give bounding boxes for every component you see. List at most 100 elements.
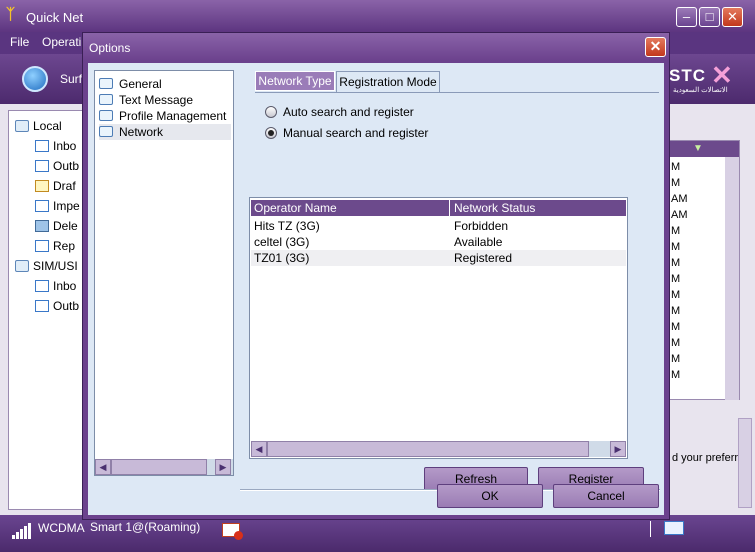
drafts-icon xyxy=(35,180,49,192)
dialog-close-button[interactable]: ✕ xyxy=(645,37,666,57)
auto-search-radio[interactable] xyxy=(265,106,277,118)
auto-search-radio-row[interactable]: Auto search and register xyxy=(265,105,414,119)
operator-table-scrollbar[interactable]: ◀ ▶ xyxy=(251,441,626,457)
ok-button[interactable]: OK xyxy=(437,484,543,508)
tree-item-inbox[interactable]: Inbo xyxy=(35,139,76,153)
message-time-cell[interactable]: M xyxy=(671,321,680,333)
tree-item-label: Dele xyxy=(53,219,78,233)
options-tree-network[interactable]: Network xyxy=(99,124,231,140)
network-settings-panel: Network Type Registration Mode Auto sear… xyxy=(244,70,659,491)
message-time-cell[interactable]: M xyxy=(671,241,680,253)
message-time-cell[interactable]: AM xyxy=(671,193,688,205)
brand-logo: STC الاتصالات السعودية ✕ xyxy=(665,60,745,100)
manual-search-radio[interactable] xyxy=(265,127,277,139)
tree-item-label: Outb xyxy=(53,159,80,173)
options-tree-text-message[interactable]: Text Message xyxy=(99,92,231,108)
auto-search-label: Auto search and register xyxy=(283,105,414,119)
message-time-cell[interactable]: M xyxy=(671,369,680,381)
menu-operation[interactable]: Operati xyxy=(42,35,81,49)
surf-refresh-icon[interactable] xyxy=(22,66,48,92)
manual-search-radio-row[interactable]: Manual search and register xyxy=(265,126,428,140)
options-tree: General Text Message Profile Management … xyxy=(94,70,234,476)
tree-item-label: Local xyxy=(33,119,62,133)
network-status-cell: Registered xyxy=(454,251,513,265)
scroll-thumb[interactable] xyxy=(267,441,589,457)
folder-icon xyxy=(99,110,113,121)
message-time-cell[interactable]: M xyxy=(671,257,680,269)
menu-file[interactable]: File xyxy=(10,35,29,49)
operator-table-header: Operator Name Network Status xyxy=(251,200,626,216)
surf-label: Surf xyxy=(60,72,83,86)
manual-search-label: Manual search and register xyxy=(283,126,429,140)
options-tree-label: Network xyxy=(119,125,164,139)
tree-item-sim[interactable]: SIM/USI xyxy=(15,259,78,273)
brand-name: STC xyxy=(669,66,706,85)
tree-item-label: Outb xyxy=(53,299,80,313)
app-titlebar: ᛉ Quick Net – □ ✕ xyxy=(0,0,755,32)
report-icon xyxy=(35,240,49,252)
operator-status-label: Smart 1@(Roaming) xyxy=(90,520,201,534)
message-time-cell[interactable]: M xyxy=(671,353,680,365)
column-operator-name[interactable]: Operator Name xyxy=(254,200,450,216)
inbox-icon xyxy=(35,280,49,292)
app-close-button[interactable]: ✕ xyxy=(722,7,743,27)
new-message-icon[interactable] xyxy=(664,521,684,535)
tree-item-important[interactable]: Impe xyxy=(35,199,80,213)
sort-chevron-icon[interactable]: ▼ xyxy=(693,143,703,154)
scroll-left-arrow-icon[interactable]: ◀ xyxy=(95,459,111,475)
message-time-cell[interactable]: M xyxy=(671,225,680,237)
open-folder-icon xyxy=(99,126,113,137)
tree-item-sim-outbox[interactable]: Outb xyxy=(35,299,79,313)
message-time-cell[interactable]: M xyxy=(671,289,680,301)
options-tree-label: Text Message xyxy=(119,93,194,107)
message-time-cell[interactable]: AM xyxy=(671,209,688,221)
tree-item-label: Impe xyxy=(53,199,80,213)
folder-icon xyxy=(15,260,29,272)
options-dialog: Options ✕ General Text Message Profile M… xyxy=(82,32,670,520)
message-list-scrollbar[interactable] xyxy=(725,157,739,400)
status-separator xyxy=(650,521,651,537)
operator-name-cell: Hits TZ (3G) xyxy=(254,219,320,233)
cancel-button[interactable]: Cancel xyxy=(553,484,659,508)
tab-network-type[interactable]: Network Type xyxy=(255,71,335,91)
options-tree-profile-management[interactable]: Profile Management xyxy=(99,108,231,124)
message-time-cell[interactable]: M xyxy=(671,161,680,173)
sms-status-icon[interactable] xyxy=(222,523,243,540)
tab-registration-mode[interactable]: Registration Mode xyxy=(336,71,440,93)
table-row[interactable]: Hits TZ (3G) Forbidden xyxy=(251,218,626,234)
scroll-thumb[interactable] xyxy=(111,459,207,475)
column-network-status[interactable]: Network Status xyxy=(454,200,535,216)
network-type-label: WCDMA xyxy=(38,521,85,535)
scroll-right-arrow-icon[interactable]: ▶ xyxy=(610,441,626,457)
options-tree-general[interactable]: General xyxy=(99,76,231,92)
app-logo-icon: ᛉ xyxy=(6,6,16,23)
options-tree-scrollbar[interactable]: ◀ ▶ xyxy=(95,459,233,475)
tree-item-deleted[interactable]: Dele xyxy=(35,219,78,233)
message-time-cell[interactable]: M xyxy=(671,273,680,285)
table-row[interactable]: TZ01 (3G) Registered xyxy=(251,250,626,266)
folder-icon xyxy=(99,94,113,105)
app-title: Quick Net xyxy=(26,10,84,25)
tree-item-drafts[interactable]: Draf xyxy=(35,179,76,193)
tree-item-label: Inbo xyxy=(53,279,77,293)
scroll-left-arrow-icon[interactable]: ◀ xyxy=(251,441,267,457)
maximize-button[interactable]: □ xyxy=(699,7,720,27)
tree-item-report[interactable]: Rep xyxy=(35,239,75,253)
status-bar: WCDMA Smart 1@(Roaming) xyxy=(0,515,755,552)
tree-item-outbox[interactable]: Outb xyxy=(35,159,79,173)
preview-scrollbar[interactable] xyxy=(738,418,752,508)
tree-item-local[interactable]: Local xyxy=(15,119,62,133)
message-time-cell[interactable]: M xyxy=(671,305,680,317)
minimize-button[interactable]: – xyxy=(676,7,697,27)
dialog-titlebar[interactable]: Options ✕ xyxy=(83,33,669,61)
tree-item-sim-inbox[interactable]: Inbo xyxy=(35,279,76,293)
folder-icon xyxy=(99,78,113,89)
operator-name-cell: TZ01 (3G) xyxy=(254,251,310,265)
message-time-cell[interactable]: M xyxy=(671,177,680,189)
message-folder-tree: Local Inbo Outb Draf Impe Dele Rep SIM/U… xyxy=(8,110,88,510)
message-time-cell[interactable]: M xyxy=(671,337,680,349)
table-row[interactable]: celtel (3G) Available xyxy=(251,234,626,250)
tree-item-label: Inbo xyxy=(53,139,77,153)
scroll-right-arrow-icon[interactable]: ▶ xyxy=(215,459,231,475)
tree-item-label: Rep xyxy=(53,239,76,253)
